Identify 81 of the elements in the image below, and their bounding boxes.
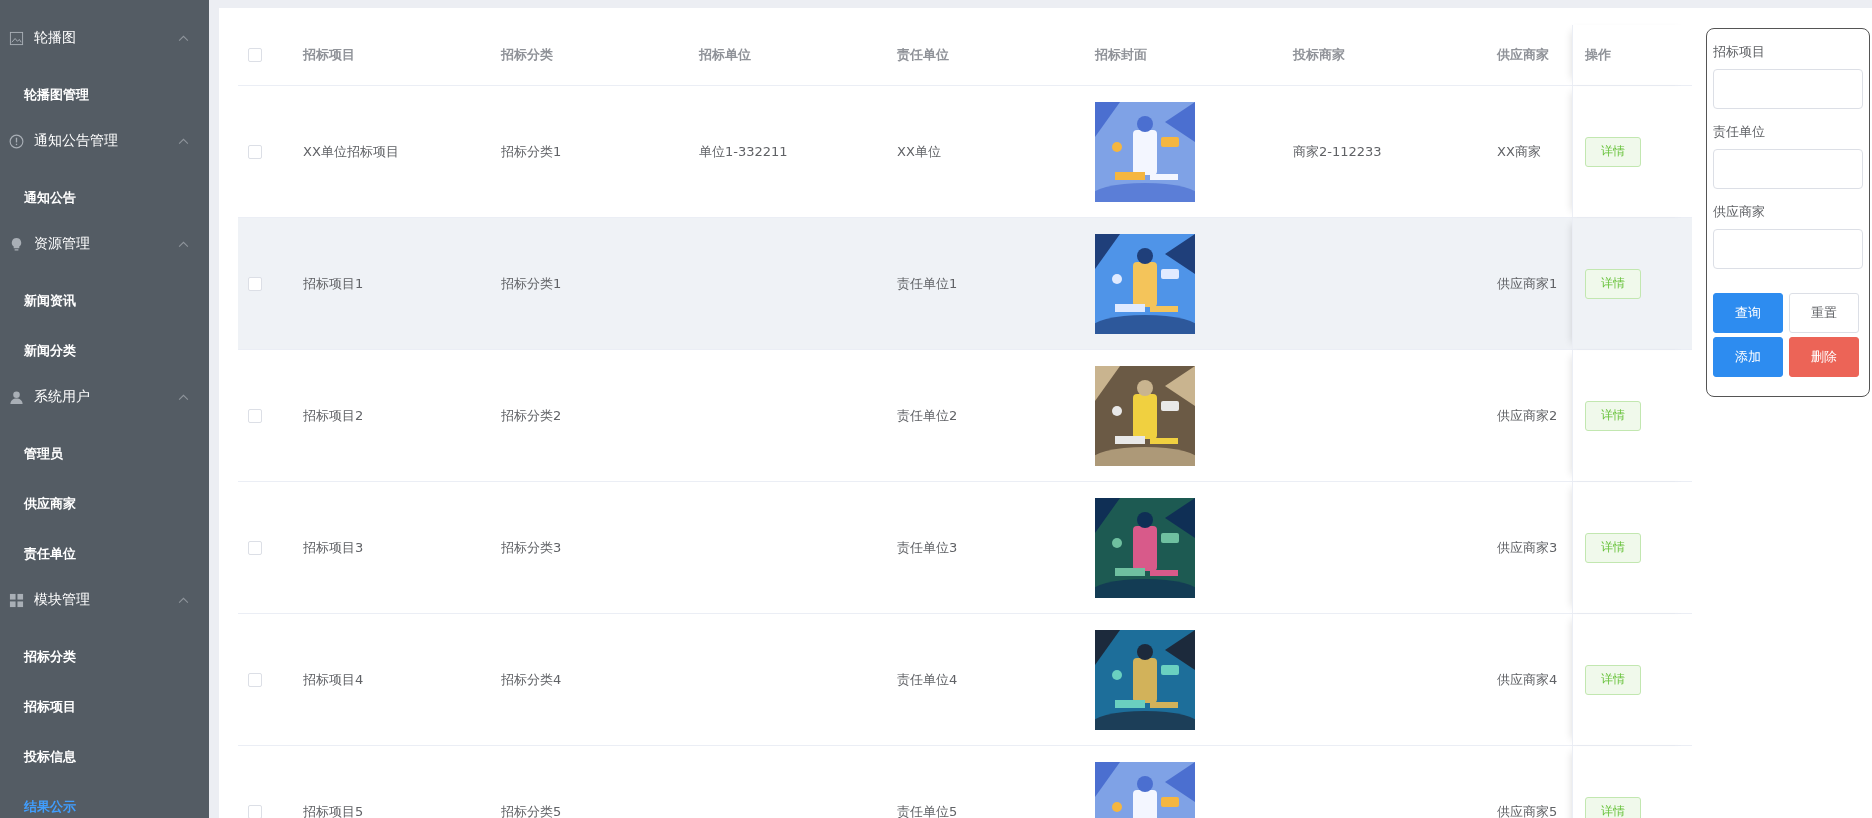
menu-item[interactable]: 投标信息 [0,732,209,782]
table-row[interactable]: 招标项目1 招标分类1 责任单位1 供应商家1 详情 [238,218,1692,350]
table-row[interactable]: 招标项目4 招标分类4 责任单位4 供应商家4 详情 [238,614,1692,746]
table-cell: XX单位招标项目 [303,142,399,161]
table-cell: 供应商家2 [1497,406,1558,425]
checkbox[interactable] [248,276,262,291]
column-header: 招标封面 [1095,46,1147,64]
table-row[interactable]: 招标项目2 招标分类2 责任单位2 供应商家2 详情 [238,350,1692,482]
table-cell: 招标项目1 [303,274,364,293]
table-cell: 招标项目3 [303,538,364,557]
menu-group[interactable]: 系统用户 [0,376,209,418]
table-cell: 招标分类4 [501,670,562,689]
checkbox[interactable] [248,540,262,555]
table-cell: 责任单位3 [897,538,958,557]
menu-group-label: 通知公告管理 [34,132,119,150]
menu-item[interactable]: 责任单位 [0,529,209,579]
menu-group[interactable]: 轮播图 [0,17,209,59]
table-cell: 招标分类2 [501,406,562,425]
checkbox[interactable] [248,48,262,62]
column-header: 责任单位 [897,46,949,64]
table-cell: 责任单位5 [897,802,958,818]
image-icon [9,30,24,46]
menu-group-label: 轮播图 [34,29,77,47]
column-header: 招标单位 [699,46,751,64]
table-cell: 供应商家1 [1497,274,1558,293]
column-header: 操作 [1585,46,1611,64]
menu-item[interactable]: 招标分类 [0,632,209,682]
column-header: 投标商家 [1293,46,1345,64]
table-cell: 责任单位4 [897,670,958,689]
table-cell: 商家2-112233 [1293,142,1382,161]
menu-group[interactable]: 模块管理 [0,579,209,621]
checkbox[interactable] [248,144,262,159]
menu-item[interactable]: 新闻分类 [0,326,209,376]
table-cell: 供应商家3 [1497,538,1558,557]
input-field[interactable] [1713,149,1863,189]
grid-icon [9,592,24,608]
table-cell: 招标项目5 [303,802,364,818]
column-header: 招标分类 [501,46,553,64]
menu-item[interactable]: 招标项目 [0,682,209,732]
checkbox[interactable] [248,672,262,687]
table-cell: 供应商家4 [1497,670,1558,689]
table-cell: 招标分类3 [501,538,562,557]
menu-item[interactable]: 新闻资讯 [0,276,209,326]
menu-group-label: 模块管理 [34,591,91,609]
table-cell: 供应商家5 [1497,802,1558,818]
action-button[interactable]: 查询 [1713,293,1783,333]
table-row[interactable]: 招标项目3 招标分类3 责任单位3 供应商家3 详情 [238,482,1692,614]
input-field[interactable] [1713,229,1863,269]
table-cell: 招标分类5 [501,802,562,818]
menu-item[interactable]: 供应商家 [0,479,209,529]
table-cell: 招标分类1 [501,142,562,161]
table-cell: XX单位 [897,142,941,161]
menu-item[interactable]: 管理员 [0,429,209,479]
lightbulb-icon [9,236,24,252]
menu-item[interactable]: 轮播图管理 [0,70,209,120]
checkbox[interactable] [248,408,262,423]
table-cell: 责任单位2 [897,406,958,425]
action-button[interactable]: 添加 [1713,337,1783,377]
column-header: 招标项目 [303,46,355,64]
table-cell: 招标项目4 [303,670,364,689]
action-button[interactable]: 重置 [1789,293,1859,333]
input-field[interactable] [1713,69,1863,109]
table-row[interactable]: XX单位招标项目 招标分类1 单位1-332211 XX单位 商家2-112233 XX商家 详情 [238,86,1692,218]
table-row[interactable]: 招标项目5 招标分类5 责任单位5 供应商家5 详情 [238,746,1692,818]
menu-group[interactable]: 资源管理 [0,223,209,265]
checkbox[interactable] [248,804,262,818]
menu-item[interactable]: 通知公告 [0,173,209,223]
table-cell: 单位1-332211 [699,142,788,161]
menu-group[interactable]: 通知公告管理 [0,120,209,162]
menu-group-label: 资源管理 [34,235,91,253]
warning-icon [9,133,24,149]
field-label: 责任单位 [1713,123,1766,141]
column-header: 供应商家 [1497,46,1549,64]
field-label: 供应商家 [1713,203,1766,221]
menu-group-label: 系统用户 [34,388,91,406]
table-cell: XX商家 [1497,142,1541,161]
table-cell: 责任单位1 [897,274,958,293]
field-label: 招标项目 [1713,43,1766,61]
user-icon [9,389,24,405]
table-cell: 招标项目2 [303,406,364,425]
table-cell: 招标分类1 [501,274,562,293]
